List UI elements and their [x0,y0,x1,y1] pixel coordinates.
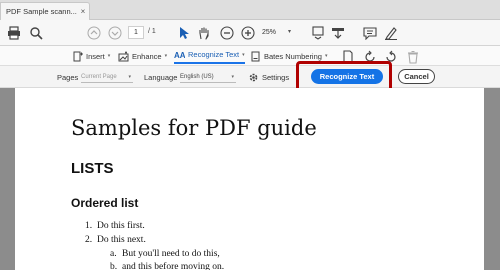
list-item: But you'll need to do this, [122,249,220,259]
document-title: Samples for PDF guide [71,116,317,140]
trash-icon[interactable] [405,49,421,65]
next-page-icon[interactable] [107,25,123,41]
bates-icon [251,51,260,61]
canvas-left-gutter [0,88,15,270]
svg-text:AA: AA [174,51,185,60]
main-toolbar: 1 / 1 25% ▾ [0,20,500,46]
sign-icon[interactable] [383,25,399,41]
heading-ordered-list: Ordered list [71,196,139,210]
insert-label: Insert [86,51,105,61]
enhance-icon [118,51,129,61]
page-total: / 1 [148,28,156,35]
list-item: Do this first. [97,221,145,231]
zoom-out-icon[interactable] [219,25,235,41]
cancel-button[interactable]: Cancel [398,69,435,84]
pages-dropdown-icon: ▾ [128,73,131,80]
tab-label: PDF Sample scann... [6,7,77,16]
tab-bar: PDF Sample scann... × [0,0,500,20]
pages-select[interactable]: Current Page ▾ [81,71,133,83]
prev-page-icon[interactable] [86,25,102,41]
list-item: and this before moving on. [122,262,225,270]
enhance-dropdown-icon: ▾ [164,53,168,59]
list-item-marker: 2. [85,235,93,245]
print-icon[interactable] [6,25,22,41]
zoom-search-icon[interactable] [28,25,44,41]
language-value: English (US) [180,73,214,80]
list-item-marker: 1. [85,221,93,231]
list-item-marker: a. [110,249,117,259]
zoom-in-icon[interactable] [240,25,256,41]
canvas-right-gutter [484,88,500,270]
list-item: Do this next. [97,235,146,245]
comment-icon[interactable] [362,25,378,41]
bates-label: Bates Numbering [264,51,322,61]
tab-close-icon[interactable]: × [77,7,89,16]
insert-page-icon [73,51,83,61]
language-label: Language [144,73,178,82]
language-dropdown-icon: ▾ [231,73,234,80]
gear-icon [249,73,258,81]
recognize-dropdown-icon: ▾ [242,51,245,58]
select-cursor-icon[interactable] [176,25,192,41]
list-item-marker: b. [110,262,118,270]
language-select[interactable]: English (US) ▾ [180,71,236,83]
hand-icon[interactable] [196,25,212,41]
enhance-label: Enhance [132,51,162,61]
insert-dropdown-icon: ▾ [107,53,111,59]
pages-value: Current Page [81,73,117,80]
enhance-button[interactable]: Enhance ▾ [118,49,167,63]
settings-label: Settings [262,72,290,82]
settings-button[interactable]: Settings [248,70,289,84]
ocr-toolbar: Insert ▾ Enhance ▾ AA Recognize Text ▾ B… [0,46,500,66]
recognize-text-icon: AA [174,51,185,60]
document-tab[interactable]: PDF Sample scann... × [0,2,90,20]
zoom-dropdown-icon[interactable]: ▾ [288,28,291,35]
pages-label: Pages [57,73,79,82]
scroll-mode-icon[interactable] [330,25,346,41]
page-number-input[interactable]: 1 [128,26,144,39]
insert-button[interactable]: Insert ▾ [72,49,110,63]
heading-lists: LISTS [71,160,114,177]
recognize-text-label: Recognize Text [188,50,240,59]
bates-dropdown-icon: ▾ [324,53,328,59]
fit-page-icon[interactable] [310,25,326,41]
recognize-text-tab[interactable]: AA Recognize Text ▾ [174,47,245,64]
